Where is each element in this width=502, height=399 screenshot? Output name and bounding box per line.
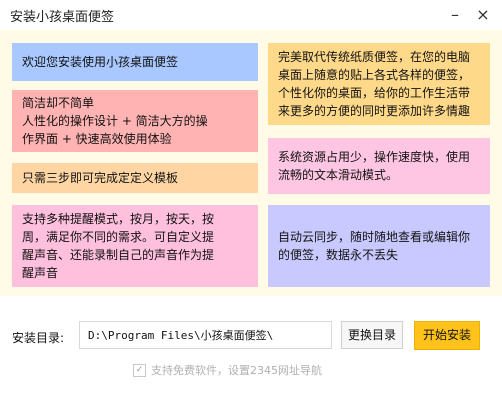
- change-directory-button[interactable]: 更换目录: [341, 321, 403, 349]
- feature-card-replace: 完美取代传统纸质便签，在您的电脑 桌面上随意的贴上各式各样的便签， 个性化你的桌面，…: [268, 43, 490, 125]
- feature-text: 只需三步即可完成定定义模板: [22, 169, 178, 187]
- feature-line: 简洁却不简单: [22, 96, 95, 110]
- feature-line: 作界面 + 快速高效使用体验: [22, 132, 172, 146]
- feature-panel: 欢迎您安装使用小孩桌面便签 完美取代传统纸质便签，在您的电脑 桌面上随意的贴上各式…: [0, 30, 502, 296]
- feature-text: 系统资源占用少，操作速度快，使用 流畅的文本滑动模式。: [278, 148, 470, 184]
- feature-line: 自动云同步，随时随地查看或编辑你: [278, 230, 471, 244]
- minimize-icon[interactable]: –: [444, 4, 466, 26]
- feature-line: 支持多种提醒模式，按月，按天，按: [22, 212, 215, 226]
- window-title: 安装小孩桌面便签: [10, 10, 115, 25]
- feature-text: 支持多种提醒模式，按月，按天，按 周，满足你不同的需求。可自定义提 醒声音、还能录制…: [22, 210, 214, 282]
- feature-line: 人性化的操作设计 + 简洁大方的操: [22, 114, 208, 128]
- feature-card-sync: 自动云同步，随时随地查看或编辑你 的便签，数据永不丢失: [268, 205, 490, 287]
- feature-text: 简洁却不简单人性化的操作设计 + 简洁大方的操 作界面 + 快速高效使用体验: [22, 94, 208, 148]
- feature-line: 的便签，数据永不丢失: [278, 248, 399, 262]
- feature-card-steps: 只需三步即可完成定定义模板: [12, 163, 258, 193]
- free-software-checkbox[interactable]: ✓: [133, 363, 146, 377]
- feature-line: 周，满足你不同的需求。可自定义提: [22, 230, 215, 244]
- close-icon[interactable]: ×: [472, 4, 494, 26]
- feature-line: 个性化你的桌面，给你的工作生活带: [278, 86, 471, 100]
- start-install-button[interactable]: 开始安装: [414, 321, 480, 350]
- feature-line: 醒声音: [22, 266, 59, 280]
- feature-line: 流畅的文本滑动模式。: [278, 168, 399, 182]
- feature-line: 系统资源占用少，操作速度快，使用: [278, 150, 471, 164]
- option-row: ✓ 支持免费软件，设置2345网址导航: [133, 362, 322, 378]
- install-dir-label: 安装目录:: [12, 331, 65, 345]
- feature-line: 只需三步即可完成定定义模板: [22, 171, 179, 185]
- install-path-input[interactable]: [79, 321, 332, 349]
- install-footer: 安装目录: 更换目录 开始安装 ✓ 支持免费软件，设置2345网址导航: [0, 296, 502, 399]
- feature-text: 欢迎您安装使用小孩桌面便签: [22, 53, 178, 71]
- feature-line: 桌面上随意的贴上各式各样的便签，: [278, 68, 471, 82]
- feature-line: 完美取代传统纸质便签，在您的电脑: [278, 50, 471, 64]
- feature-line: 来更多的方便的同时更添加许多情趣: [278, 104, 471, 118]
- title-bar: 安装小孩桌面便签 – ×: [0, 0, 502, 31]
- feature-line: 欢迎您安装使用小孩桌面便签: [22, 55, 179, 69]
- free-software-checkbox-label[interactable]: 支持免费软件，设置2345网址导航: [151, 362, 322, 378]
- feature-card-resource: 系统资源占用少，操作速度快，使用 流畅的文本滑动模式。: [268, 138, 490, 194]
- feature-card-welcome: 欢迎您安装使用小孩桌面便签: [12, 43, 258, 81]
- feature-text: 完美取代传统纸质便签，在您的电脑 桌面上随意的贴上各式各样的便签， 个性化你的桌面，…: [278, 48, 470, 120]
- feature-card-reminder: 支持多种提醒模式，按月，按天，按 周，满足你不同的需求。可自定义提 醒声音、还能录制…: [12, 205, 258, 287]
- feature-text: 自动云同步，随时随地查看或编辑你 的便签，数据永不丢失: [278, 228, 470, 264]
- feature-line: 醒声音、还能录制自己的声音作为提: [22, 248, 215, 262]
- feature-card-simple: 简洁却不简单人性化的操作设计 + 简洁大方的操 作界面 + 快速高效使用体验: [12, 90, 258, 152]
